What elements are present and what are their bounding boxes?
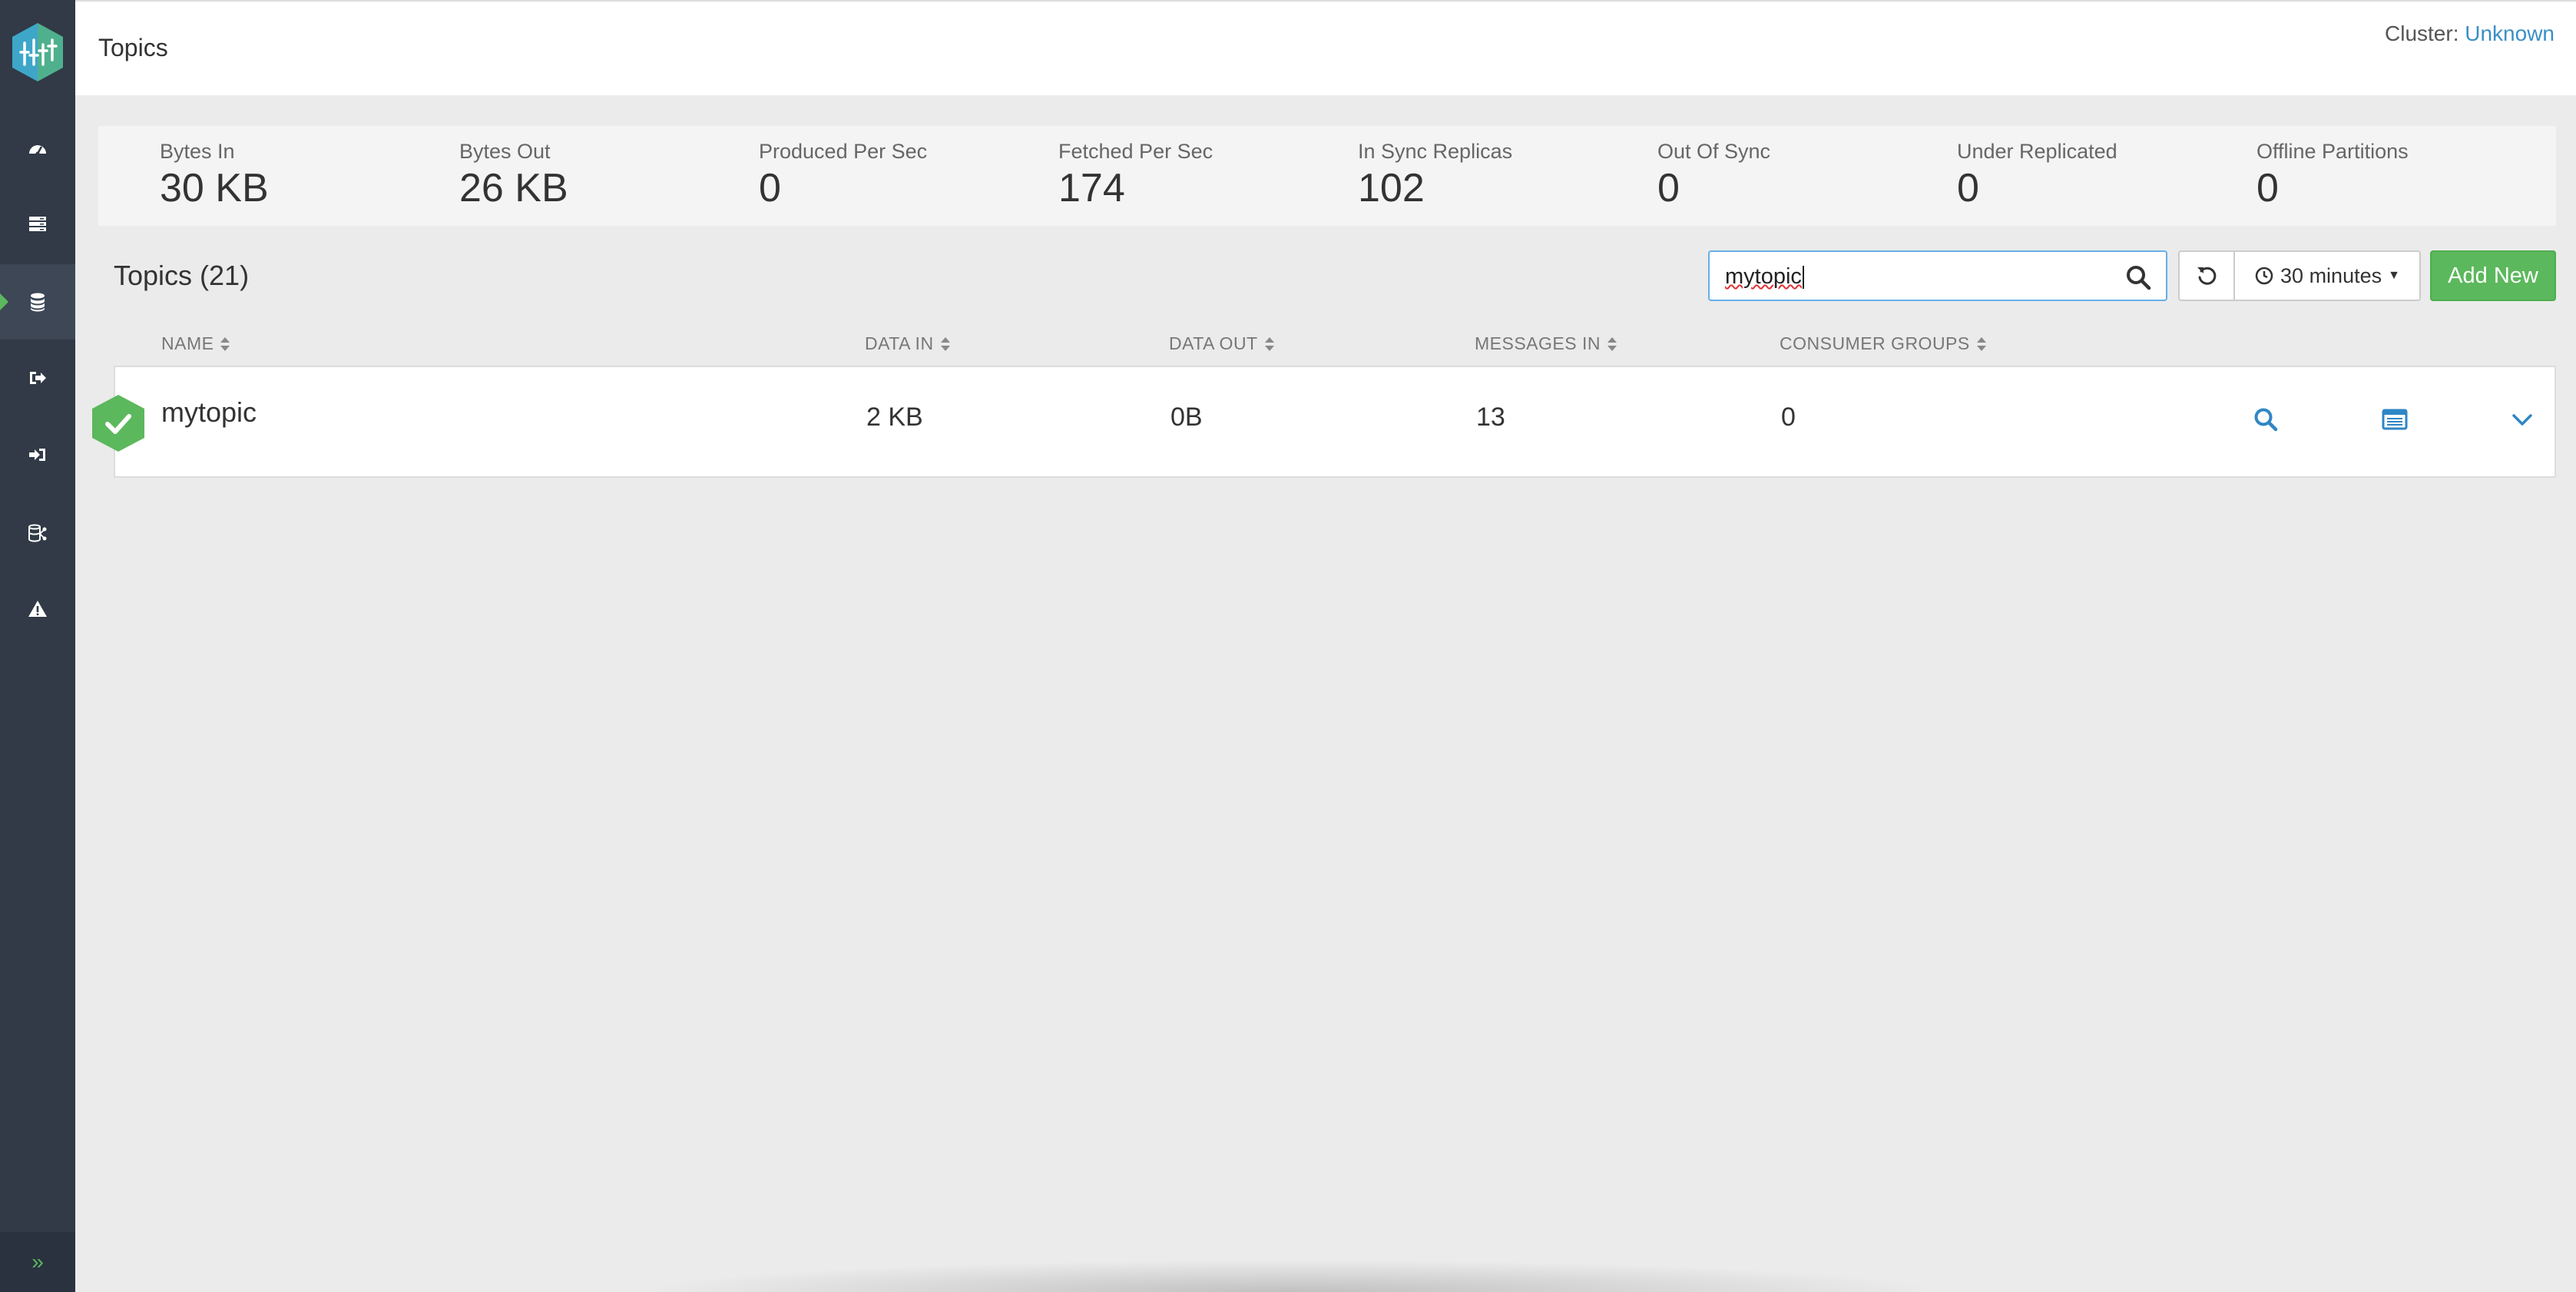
stat-bytes-in: Bytes In 30 KB (160, 140, 269, 211)
topic-name[interactable]: mytopic (161, 396, 257, 429)
time-range-label: 30 minutes (2280, 263, 2382, 287)
header: Topics Cluster: Unknown (75, 0, 2576, 95)
stat-label: In Sync Replicas (1358, 140, 1513, 163)
topic-data-in: 2 KB (866, 403, 923, 432)
sort-icon (1976, 336, 1986, 351)
stat-value: 102 (1358, 166, 1425, 210)
sidebar: » (0, 0, 75, 1292)
search-input-value[interactable]: mytopic (1725, 264, 1804, 290)
stat-label: Fetched Per Sec (1058, 140, 1214, 163)
topics-icon (31, 293, 45, 312)
stat-value: 0 (2256, 166, 2279, 210)
connect-icon (28, 524, 47, 542)
brokers-icon (29, 217, 46, 231)
add-new-button[interactable]: Add New (2430, 250, 2556, 301)
stat-value: 30 KB (160, 166, 269, 210)
stat-in-sync-replicas: In Sync Replicas 102 (1358, 140, 1512, 211)
stat-produced-per-sec: Produced Per Sec 0 (759, 140, 927, 211)
topics-count-title: Topics (21) (114, 260, 250, 291)
stat-out-of-sync: Out Of Sync 0 (1657, 140, 1770, 211)
time-range-dropdown[interactable]: 30 minutes ▼ (2233, 250, 2421, 301)
stat-label: Bytes In (160, 140, 235, 163)
cluster-indicator: Cluster: Unknown (2385, 22, 2554, 46)
sort-icon (1607, 336, 1617, 351)
inspect-topic-button[interactable] (2249, 403, 2283, 436)
column-header-data-in[interactable]: DATA IN (865, 333, 951, 354)
sort-icon (940, 336, 950, 351)
sort-icon (1264, 336, 1274, 351)
healthy-status-icon (92, 395, 144, 452)
chevron-down-icon (2512, 414, 2532, 426)
column-header-messages-in[interactable]: MESSAGES IN (1475, 333, 1617, 354)
dashboard-icon (29, 145, 46, 156)
cluster-link[interactable]: Unknown (2465, 22, 2554, 45)
sort-icon (220, 336, 230, 351)
sidebar-item-consumers[interactable] (0, 417, 75, 492)
stat-value: 0 (1957, 166, 1979, 210)
sidebar-item-dashboard[interactable] (0, 111, 75, 187)
sidebar-item-brokers[interactable] (0, 186, 75, 261)
sidebar-expand-button[interactable]: » (0, 1232, 75, 1292)
page-title: Topics (98, 34, 168, 61)
stat-label: Offline Partitions (2256, 140, 2409, 163)
double-chevron-right-icon: » (31, 1250, 44, 1274)
producers-icon (30, 372, 46, 384)
column-header-data-out[interactable]: DATA OUT (1169, 333, 1275, 354)
caret-down-icon: ▼ (2388, 269, 2400, 282)
stat-offline-partitions: Offline Partitions 0 (2256, 140, 2409, 211)
refresh-icon (2197, 267, 2217, 285)
topic-data-out: 0B (1170, 403, 1203, 432)
stats-bar: Bytes In 30 KB Bytes Out 26 KB Produced … (98, 126, 2556, 226)
stat-value: 0 (1657, 166, 1680, 210)
search-icon (2254, 408, 2278, 432)
sidebar-item-alerts[interactable] (0, 571, 75, 647)
search-input[interactable]: mytopic (1708, 250, 2167, 301)
sidebar-item-connect[interactable] (0, 496, 75, 571)
refresh-button[interactable] (2178, 250, 2235, 301)
stat-value: 174 (1058, 166, 1125, 210)
column-header-consumer-groups[interactable]: CONSUMER GROUPS (1780, 333, 1987, 354)
topic-consumer-groups: 0 (1781, 403, 1796, 432)
search-icon[interactable] (2124, 263, 2152, 291)
alerts-icon (28, 601, 47, 617)
stat-label: Produced Per Sec (759, 140, 928, 163)
sidebar-item-topics[interactable] (0, 264, 75, 340)
table-row[interactable]: mytopic 2 KB 0B 13 0 (92, 366, 2556, 478)
cluster-label: Cluster: (2385, 22, 2459, 45)
topic-messages-in: 13 (1476, 403, 1505, 432)
stat-label: Bytes Out (459, 140, 551, 163)
column-header-name[interactable]: NAME (161, 333, 230, 354)
topic-details-button[interactable] (2378, 403, 2412, 436)
stat-under-replicated: Under Replicated 0 (1957, 140, 2117, 211)
clock-icon (2255, 267, 2273, 285)
kafka-logo[interactable] (11, 22, 65, 83)
stat-label: Out Of Sync (1657, 140, 1771, 163)
consumers-icon (29, 449, 45, 461)
sidebar-item-producers[interactable] (0, 340, 75, 416)
stat-value: 0 (759, 166, 781, 210)
stat-value: 26 KB (459, 166, 568, 210)
stat-bytes-out: Bytes Out 26 KB (459, 140, 568, 211)
bottom-shadow (637, 1260, 1943, 1292)
stat-fetched-per-sec: Fetched Per Sec 174 (1058, 140, 1213, 211)
window-icon (2382, 409, 2408, 430)
stat-label: Under Replicated (1957, 140, 2117, 163)
expand-row-button[interactable] (2505, 403, 2539, 436)
